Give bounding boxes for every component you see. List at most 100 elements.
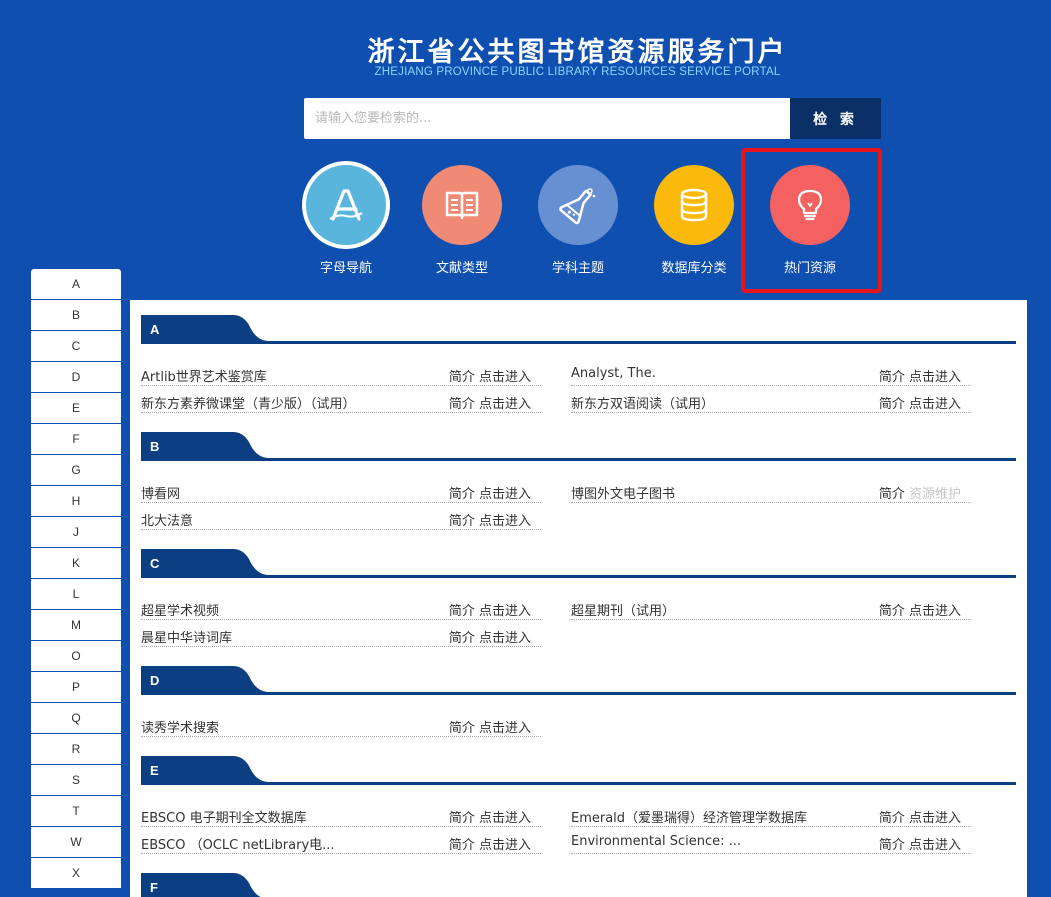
enter-link[interactable]: 点击进入 (909, 811, 961, 826)
resource-item: Emerald（爱墨瑞得）经济管理学数据库 简介 点击进入 (571, 800, 971, 827)
enter-link[interactable]: 点击进入 (479, 397, 531, 412)
section-letter: C (150, 556, 160, 571)
nav-document-type[interactable]: 文献类型 (412, 160, 512, 276)
sidebar-letter-a[interactable]: A (31, 269, 121, 300)
sidebar-letter-o[interactable]: O (31, 641, 121, 672)
sidebar-letter-f[interactable]: F (31, 424, 121, 455)
section-c: C 超星学术视频 简介 点击进入 超星期刊（试用） 简介 点击进入 晨星中华诗词… (141, 549, 1016, 647)
sidebar-letter-b[interactable]: B (31, 300, 121, 331)
intro-link[interactable]: 简介 (879, 397, 905, 412)
enter-link[interactable]: 点击进入 (479, 514, 531, 529)
flask-icon (538, 165, 618, 245)
sidebar-letter-m[interactable]: M (31, 610, 121, 641)
nav-subject-theme[interactable]: 学科主题 (528, 160, 628, 276)
intro-link[interactable]: 简介 (879, 370, 905, 385)
resource-name[interactable]: 超星学术视频 (141, 600, 219, 619)
enter-link[interactable]: 点击进入 (909, 604, 961, 619)
resource-name[interactable]: Analyst, The. (571, 366, 656, 381)
resource-item: 博看网 简介 点击进入 (141, 476, 541, 503)
resource-name[interactable]: Environmental Science: ... (571, 834, 741, 849)
nav-label: 文献类型 (435, 261, 488, 276)
intro-link[interactable]: 简介 (879, 811, 905, 826)
intro-link[interactable]: 简介 (449, 838, 475, 853)
sidebar-letter-h[interactable]: H (31, 486, 121, 517)
sidebar-letter-l[interactable]: L (31, 579, 121, 610)
intro-link[interactable]: 简介 (449, 721, 475, 736)
intro-link[interactable]: 简介 (449, 631, 475, 646)
sidebar-letter-t[interactable]: T (31, 796, 121, 827)
intro-link[interactable]: 简介 (449, 811, 475, 826)
resource-name[interactable]: Artlib世界艺术鉴赏库 (141, 366, 267, 385)
sidebar-letter-s[interactable]: S (31, 765, 121, 796)
enter-link[interactable]: 点击进入 (909, 397, 961, 412)
sidebar-letter-q[interactable]: Q (31, 703, 121, 734)
resource-name[interactable]: 读秀学术搜索 (141, 717, 219, 736)
nav-label: 数据库分类 (661, 261, 727, 276)
section-header: D (141, 666, 1016, 695)
intro-link[interactable]: 简介 (879, 604, 905, 619)
nav-letter-navigation[interactable]: 字母导航 (296, 160, 396, 276)
resource-name[interactable]: EBSCO 电子期刊全文数据库 (141, 807, 307, 826)
enter-link[interactable]: 点击进入 (479, 604, 531, 619)
sidebar-letter-w[interactable]: W (31, 827, 121, 858)
resource-list-panel: A Artlib世界艺术鉴赏库 简介 点击进入 Analyst, The. 简介… (130, 300, 1027, 897)
enter-link[interactable]: 点击进入 (479, 721, 531, 736)
resource-item: 晨星中华诗词库 简介 点击进入 (141, 620, 541, 647)
sidebar-letter-e[interactable]: E (31, 393, 121, 424)
sidebar-letter-g[interactable]: G (31, 455, 121, 486)
intro-link[interactable]: 简介 (449, 370, 475, 385)
section-header: C (141, 549, 1016, 578)
section-letter: E (150, 763, 159, 778)
search-button[interactable]: 检 索 (790, 98, 881, 139)
section-letter: A (150, 322, 160, 337)
enter-link[interactable]: 点击进入 (479, 487, 531, 502)
resource-name[interactable]: EBSCO （OCLC netLibrary电... (141, 834, 335, 853)
resource-name[interactable]: 新东方双语阅读（试用） (571, 393, 714, 412)
intro-link[interactable]: 简介 (449, 397, 475, 412)
resource-name[interactable]: 新东方素养微课堂（青少版）（试用） (141, 393, 356, 412)
intro-link[interactable]: 简介 (449, 604, 475, 619)
enter-link[interactable]: 点击进入 (479, 838, 531, 853)
resource-name[interactable]: 超星期刊（试用） (571, 600, 675, 619)
resource-name[interactable]: 博看网 (141, 483, 180, 502)
section-letter: D (150, 673, 160, 688)
sidebar-letter-x[interactable]: X (31, 858, 121, 889)
intro-link[interactable]: 简介 (879, 487, 905, 502)
search-input[interactable] (304, 98, 790, 139)
sidebar-letter-c[interactable]: C (31, 331, 121, 362)
enter-link[interactable]: 点击进入 (909, 370, 961, 385)
intro-link[interactable]: 简介 (449, 487, 475, 502)
intro-link[interactable]: 简介 (879, 838, 905, 853)
resource-name[interactable]: Emerald（爱墨瑞得）经济管理学数据库 (571, 807, 807, 826)
sidebar-letter-k[interactable]: K (31, 548, 121, 579)
sidebar-letter-j[interactable]: J (31, 517, 121, 548)
resource-name[interactable]: 晨星中华诗词库 (141, 627, 232, 646)
maintenance-status: 资源维护 (908, 487, 961, 502)
resource-item: 超星期刊（试用） 简介 点击进入 (571, 593, 971, 620)
resource-item: 博图外文电子图书 简介 资源维护 (571, 476, 971, 503)
sidebar-letter-p[interactable]: P (31, 672, 121, 703)
sidebar-letter-r[interactable]: R (31, 734, 121, 765)
enter-link[interactable]: 点击进入 (479, 370, 531, 385)
resource-name[interactable]: 博图外文电子图书 (571, 483, 675, 502)
section-tab-shape (141, 756, 1016, 785)
section-header: A (141, 315, 1016, 344)
section-header: E (141, 756, 1016, 785)
intro-link[interactable]: 简介 (449, 514, 475, 529)
nav-label: 热门资源 (783, 261, 836, 276)
sidebar-letter-d[interactable]: D (31, 362, 121, 393)
section-tab-shape (141, 666, 1016, 695)
resource-item: EBSCO （OCLC netLibrary电... 简介 点击进入 (141, 827, 541, 854)
section-f: F (141, 873, 1016, 897)
section-a: A Artlib世界艺术鉴赏库 简介 点击进入 Analyst, The. 简介… (141, 315, 1016, 413)
resource-item: 新东方双语阅读（试用） 简介 点击进入 (571, 386, 971, 413)
resource-item: Analyst, The. 简介 点击进入 (571, 359, 971, 386)
enter-link[interactable]: 点击进入 (479, 631, 531, 646)
resource-item: 读秀学术搜索 简介 点击进入 (141, 710, 541, 737)
nav-hot-resources[interactable]: 热门资源 (760, 160, 860, 276)
enter-link[interactable]: 点击进入 (479, 811, 531, 826)
nav-database-category[interactable]: 数据库分类 (644, 160, 744, 276)
enter-link[interactable]: 点击进入 (909, 838, 961, 853)
resource-name[interactable]: 北大法意 (141, 510, 193, 529)
book-icon (422, 165, 502, 245)
